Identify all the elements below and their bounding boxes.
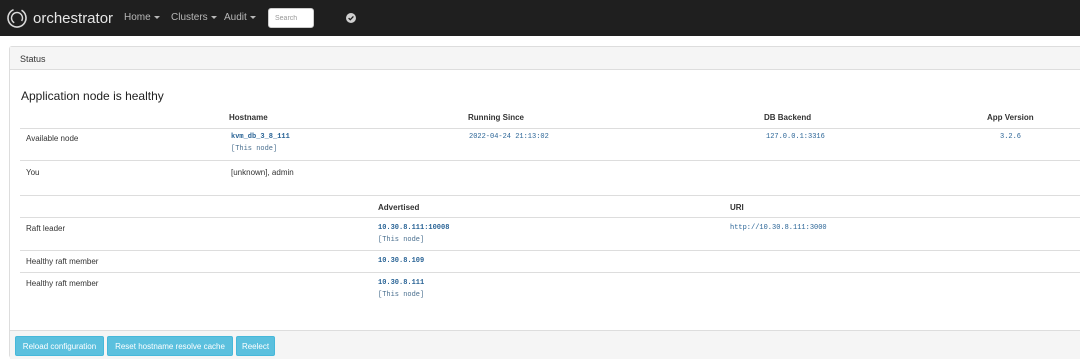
nav-audit[interactable]: Audit [224, 12, 256, 23]
hostname-link[interactable]: kvm_db_3_8_111 [231, 133, 290, 141]
col-uri: URI [730, 203, 744, 212]
status-panel: Status Application node is healthy Hostn… [9, 46, 1080, 359]
panel-title: Status [20, 54, 46, 64]
nav-clusters[interactable]: Clusters [171, 12, 217, 23]
uri-link[interactable]: http://10.30.8.111:3000 [730, 224, 827, 232]
col-running-since: Running Since [468, 113, 524, 122]
nav-home-label: Home [124, 12, 151, 23]
panel-footer: Reload configuration Reset hostname reso… [10, 330, 1080, 359]
col-advertised: Advertised [378, 203, 420, 212]
divider [20, 217, 1080, 218]
this-node-tag: [This node] [378, 291, 425, 299]
row-label: Healthy raft member [26, 257, 99, 266]
row-label: Raft leader [26, 224, 66, 233]
divider [20, 195, 1080, 196]
advertised-link[interactable]: 10.30.8.109 [378, 257, 424, 265]
divider [20, 272, 1080, 273]
user-value: [unknown], admin [231, 168, 294, 177]
col-hostname: Hostname [229, 113, 268, 122]
brand-label: orchestrator [33, 9, 114, 27]
health-status-title: Application node is healthy [21, 89, 164, 103]
col-db-backend: DB Backend [764, 113, 812, 122]
search-input[interactable] [268, 8, 314, 28]
nav-audit-label: Audit [224, 12, 247, 23]
orchestrator-logo-icon [7, 8, 27, 28]
reset-hostname-cache-button[interactable]: Reset hostname resolve cache [107, 336, 233, 356]
divider [20, 128, 1080, 129]
col-app-version: App Version [987, 113, 1034, 122]
this-node-tag: [This node] [378, 236, 425, 244]
chevron-down-icon [153, 15, 160, 19]
divider [20, 160, 1080, 161]
nav-clusters-label: Clusters [171, 12, 208, 23]
brand[interactable]: orchestrator [6, 4, 113, 32]
advertised-link[interactable]: 10.30.8.111:10008 [378, 224, 449, 232]
nav-home[interactable]: Home [124, 12, 160, 23]
reload-configuration-button[interactable]: Reload configuration [15, 336, 104, 356]
advertised-link[interactable]: 10.30.8.111 [378, 279, 424, 287]
check-circle-icon[interactable] [346, 13, 356, 23]
chevron-down-icon [210, 15, 217, 19]
row-label: Available node [26, 134, 79, 143]
reelect-button[interactable]: Reelect [236, 336, 275, 356]
row-label: Healthy raft member [26, 279, 99, 288]
app-version-value: 3.2.6 [1000, 133, 1022, 141]
db-backend-value: 127.0.0.1:3316 [766, 133, 825, 141]
divider [20, 250, 1080, 251]
navbar: orchestrator Home Clusters Audit [0, 0, 1080, 36]
panel-heading: Status [10, 47, 1080, 70]
row-label: You [26, 168, 40, 177]
running-since-value: 2022-04-24 21:13:02 [469, 133, 549, 141]
chevron-down-icon [249, 15, 256, 19]
this-node-tag: [This node] [231, 145, 278, 153]
